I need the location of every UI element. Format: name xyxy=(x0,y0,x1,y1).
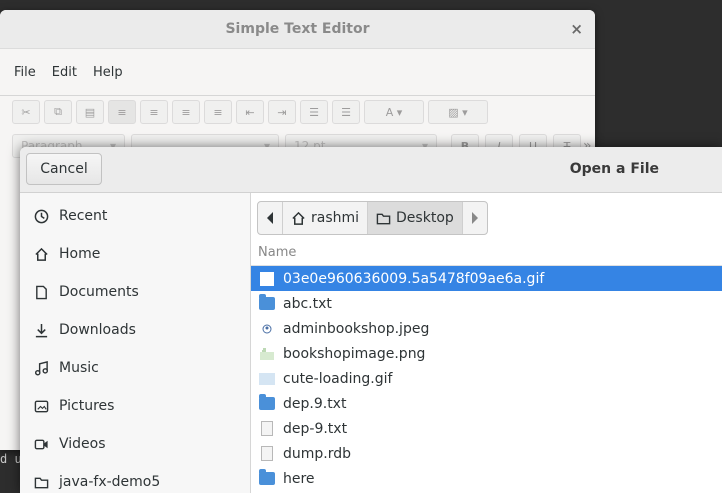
sidebar-item-label: java-fx-demo5 xyxy=(59,474,161,490)
sidebar-item-label: Home xyxy=(59,246,101,262)
background-color-icon[interactable]: ▨ ▾ xyxy=(428,100,488,124)
image-icon xyxy=(259,371,275,387)
folder-icon xyxy=(33,474,49,490)
align-center-icon[interactable]: ≡ xyxy=(140,100,168,124)
sidebar-item-home[interactable]: Home xyxy=(20,235,250,273)
path-back-button[interactable] xyxy=(258,202,283,234)
picture-icon xyxy=(33,398,49,414)
sidebar-item-label: Music xyxy=(59,360,99,376)
file-name: abc.txt xyxy=(283,295,332,312)
cut-icon[interactable]: ✂ xyxy=(12,100,40,124)
chevron-left-icon xyxy=(267,212,273,224)
menu-file[interactable]: File xyxy=(14,65,36,80)
home-icon xyxy=(291,211,306,226)
align-right-icon[interactable]: ≡ xyxy=(172,100,200,124)
file-row[interactable]: here xyxy=(251,466,722,491)
close-icon[interactable]: × xyxy=(570,10,583,48)
folder-icon xyxy=(376,211,391,226)
image-icon xyxy=(259,321,275,337)
align-left-icon[interactable]: ≡ xyxy=(108,100,136,124)
sidebar-item-label: Downloads xyxy=(59,322,136,338)
file-row[interactable]: cute-loading.gif xyxy=(251,366,722,391)
music-icon xyxy=(33,360,49,376)
path-segment-desktop[interactable]: Desktop xyxy=(368,202,463,234)
file-browser-main: rashmi Desktop Name 03e0e960636009.5a547… xyxy=(251,193,722,493)
sidebar-item-recent[interactable]: Recent xyxy=(20,197,250,235)
sidebar-item-label: Recent xyxy=(59,208,108,224)
file-name: bookshopimage.png xyxy=(283,345,426,362)
home-icon xyxy=(33,246,49,262)
file-name: 03e0e960636009.5a5478f09ae6a.gif xyxy=(283,270,545,287)
sidebar-item-java-fx-demo5[interactable]: java-fx-demo5 xyxy=(20,463,250,493)
video-icon xyxy=(33,436,49,452)
places-sidebar: Recent Home Documents Downloads Music Pi… xyxy=(20,193,251,493)
dialog-header: Cancel Open a File xyxy=(20,147,722,193)
path-segment-home[interactable]: rashmi xyxy=(283,202,369,234)
file-list: 03e0e960636009.5a5478f09ae6a.gif abc.txt… xyxy=(251,266,722,491)
image-icon xyxy=(259,346,275,362)
sidebar-item-music[interactable]: Music xyxy=(20,349,250,387)
menu-help[interactable]: Help xyxy=(93,65,123,80)
sidebar-item-pictures[interactable]: Pictures xyxy=(20,387,250,425)
path-segment-label: rashmi xyxy=(311,210,360,226)
file-name: adminbookshop.jpeg xyxy=(283,320,430,337)
file-name: dep-9.txt xyxy=(283,420,348,437)
download-icon xyxy=(33,322,49,338)
align-justify-icon[interactable]: ≡ xyxy=(204,100,232,124)
sidebar-item-label: Videos xyxy=(59,436,106,452)
clock-icon xyxy=(33,208,49,224)
file-name: here xyxy=(283,470,315,487)
copy-icon[interactable]: ⧉ xyxy=(44,100,72,124)
sidebar-item-documents[interactable]: Documents xyxy=(20,273,250,311)
terminal-text: d u xyxy=(0,452,22,466)
text-color-icon[interactable]: A ▾ xyxy=(364,100,424,124)
chevron-right-icon xyxy=(471,212,478,224)
file-chooser-dialog: Cancel Open a File Recent Home Documents… xyxy=(20,147,722,493)
editor-titlebar: Simple Text Editor × xyxy=(0,10,595,49)
paste-icon[interactable]: ▤ xyxy=(76,100,104,124)
sidebar-item-label: Documents xyxy=(59,284,139,300)
file-name: dep.9.txt xyxy=(283,395,347,412)
file-row[interactable]: adminbookshop.jpeg xyxy=(251,316,722,341)
format-toolbar: ✂ ⧉ ▤ ≡ ≡ ≡ ≡ ⇤ ⇥ ☰ ☰ A ▾ ▨ ▾ xyxy=(0,100,595,124)
file-row[interactable]: bookshopimage.png xyxy=(251,341,722,366)
file-row[interactable]: dep.9.txt xyxy=(251,391,722,416)
image-icon xyxy=(259,271,275,287)
editor-title: Simple Text Editor xyxy=(225,21,370,37)
file-name: dump.rdb xyxy=(283,445,352,462)
folder-icon xyxy=(259,394,275,412)
indent-icon[interactable]: ⇥ xyxy=(268,100,296,124)
text-file-icon xyxy=(259,421,275,437)
file-name: cute-loading.gif xyxy=(283,370,393,387)
folder-icon xyxy=(259,294,275,312)
file-row[interactable]: abc.txt xyxy=(251,291,722,316)
sidebar-item-videos[interactable]: Videos xyxy=(20,425,250,463)
menu-edit[interactable]: Edit xyxy=(52,65,77,80)
path-forward-button[interactable] xyxy=(463,202,487,234)
bullet-list-icon[interactable]: ☰ xyxy=(300,100,328,124)
document-icon xyxy=(33,284,49,300)
numbered-list-icon[interactable]: ☰ xyxy=(332,100,360,124)
column-header-name[interactable]: Name xyxy=(251,241,722,266)
sidebar-item-label: Pictures xyxy=(59,398,115,414)
file-row[interactable]: dump.rdb xyxy=(251,441,722,466)
sidebar-item-downloads[interactable]: Downloads xyxy=(20,311,250,349)
path-segment-label: Desktop xyxy=(396,210,454,226)
file-row[interactable]: 03e0e960636009.5a5478f09ae6a.gif xyxy=(251,266,722,291)
file-icon xyxy=(259,446,275,462)
folder-icon xyxy=(259,469,275,487)
outdent-icon[interactable]: ⇤ xyxy=(236,100,264,124)
file-row[interactable]: dep-9.txt xyxy=(251,416,722,441)
path-bar: rashmi Desktop xyxy=(257,201,488,235)
dialog-title: Open a File xyxy=(569,161,659,177)
menubar: File Edit Help xyxy=(0,49,595,96)
